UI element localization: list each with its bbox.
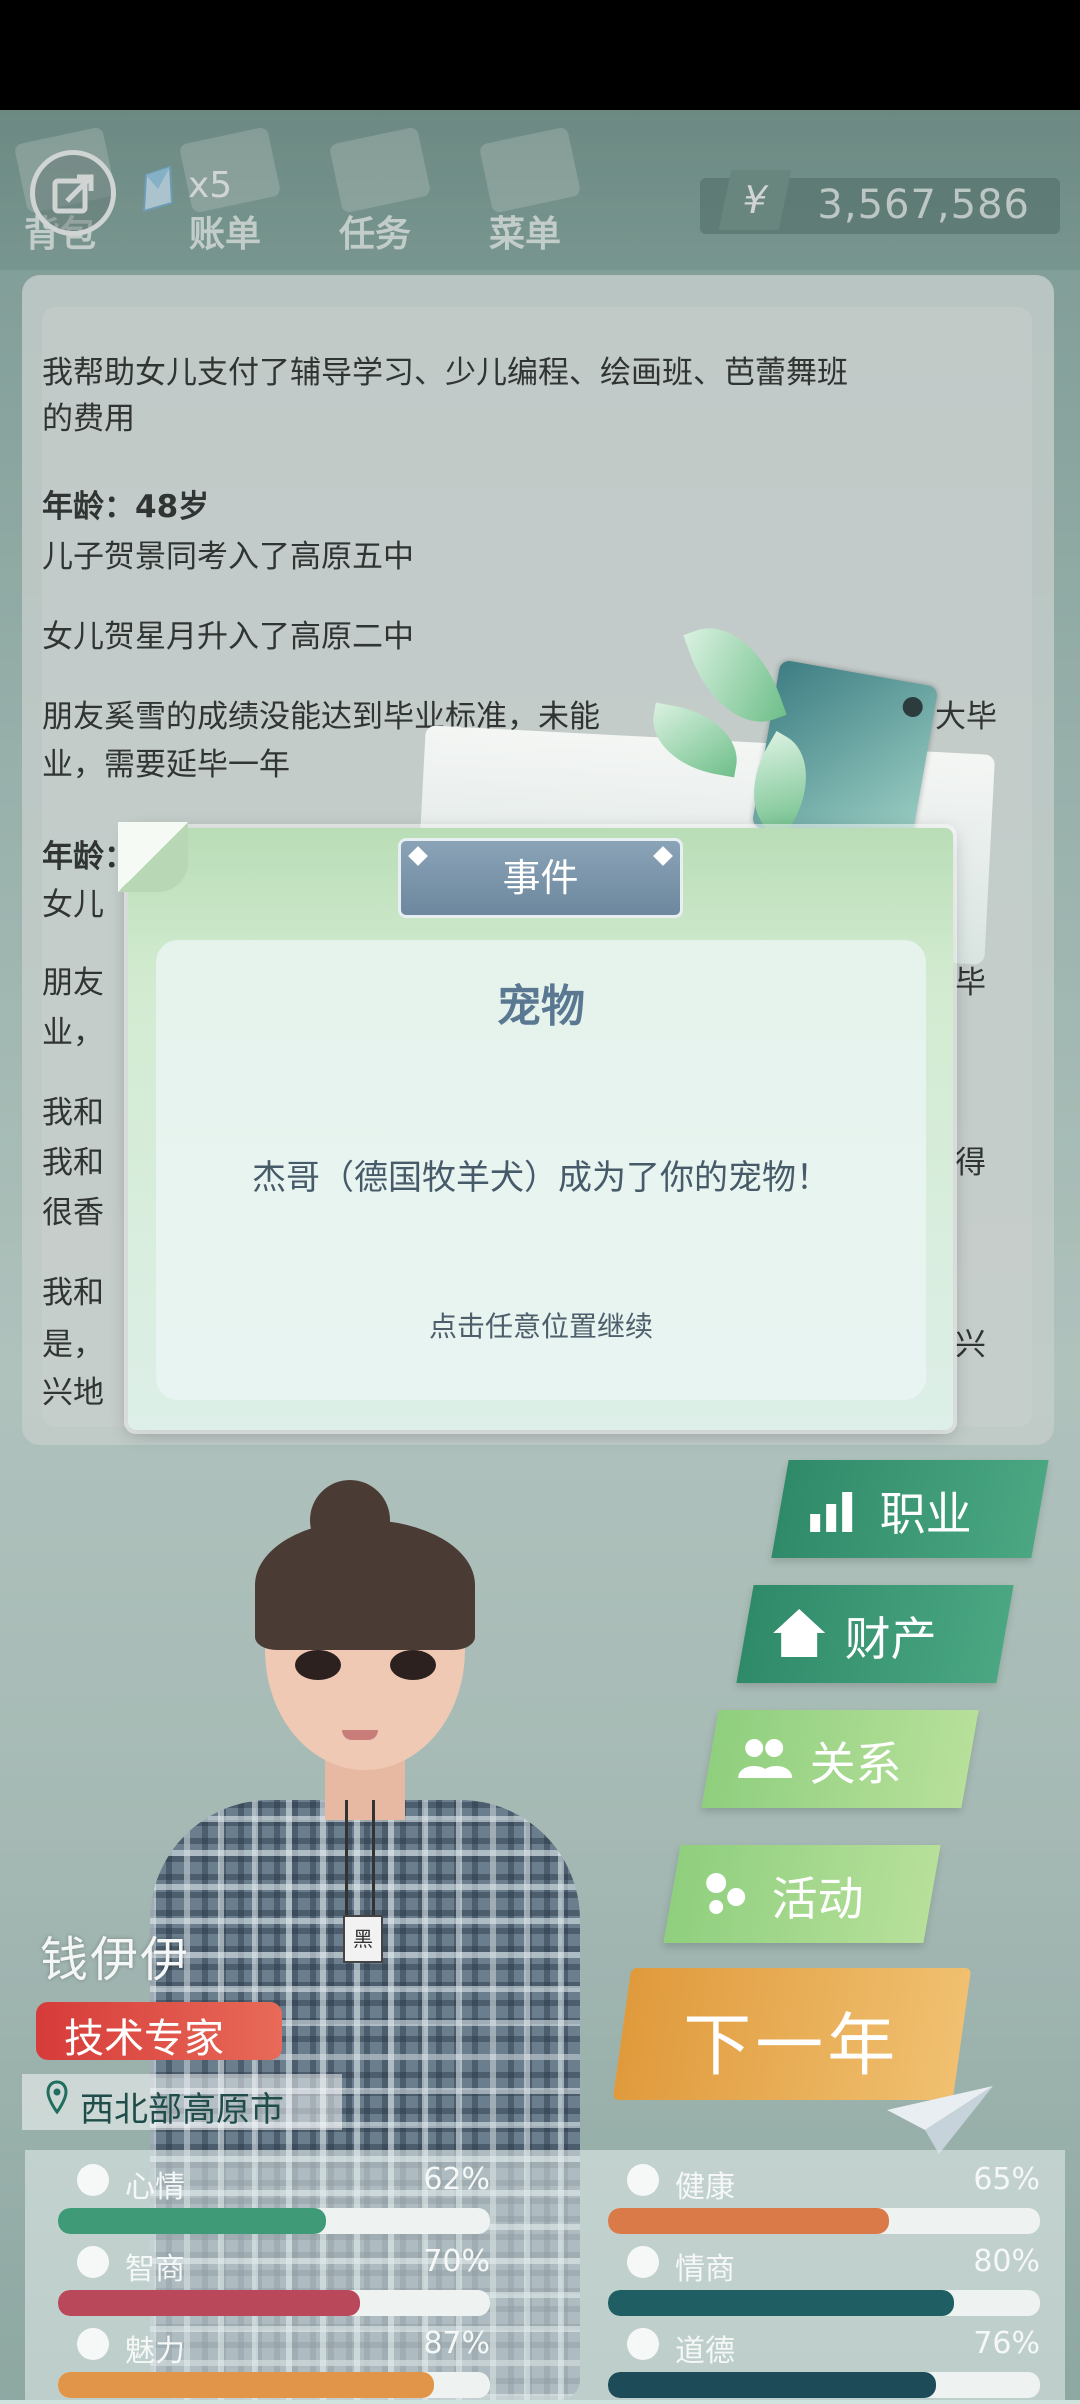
stat-1: 健康 65% xyxy=(575,2160,1070,2240)
stat-bar xyxy=(58,2372,490,2398)
stat-value: 62% xyxy=(423,2162,490,2197)
bubbles-icon xyxy=(706,1873,746,1914)
id-badge: 黑 xyxy=(343,1915,383,1963)
bulb-icon xyxy=(77,2246,109,2278)
stat-label: 智商 xyxy=(125,2252,185,2287)
stat-bar-fill xyxy=(608,2372,937,2398)
stat-bar xyxy=(58,2208,490,2234)
next-year-label: 下一年 xyxy=(683,2007,900,2086)
dialog-message: 杰哥（德国牧羊犬）成为了你的宠物！ xyxy=(252,1158,830,1198)
job-tag: 技术专家 xyxy=(36,2002,282,2062)
event-dialog[interactable]: 事件 宠物 杰哥（德国牧羊犬）成为了你的宠物！ 点击任意位置继续 xyxy=(118,822,953,1430)
stat-value: 76% xyxy=(973,2326,1040,2361)
dialog-body: 宠物 杰哥（德国牧羊犬）成为了你的宠物！ 点击任意位置继续 xyxy=(156,940,926,1400)
stat-5: 道德 76% xyxy=(575,2324,1070,2404)
stat-label: 道德 xyxy=(675,2334,735,2369)
dialog-title: 宠物 xyxy=(497,981,585,1032)
people-icon xyxy=(738,1739,793,1778)
relations-label: 关系 xyxy=(809,1737,902,1791)
page-curl xyxy=(118,822,188,892)
stat-bar-fill xyxy=(58,2290,361,2316)
chart-icon xyxy=(810,1492,853,1532)
continue-hint[interactable]: 点击任意位置继续 xyxy=(156,1305,926,1345)
status-bar xyxy=(0,0,1080,110)
location-text: 西北部高原市 xyxy=(80,2090,284,2130)
hair xyxy=(255,1520,475,1650)
job-title: 技术专家 xyxy=(64,2016,224,2062)
stat-value: 87% xyxy=(423,2326,490,2361)
stat-bar-fill xyxy=(608,2290,954,2316)
property-label: 财产 xyxy=(844,1612,937,1666)
career-button[interactable]: 职业 xyxy=(771,1460,1049,1558)
location-pin-icon xyxy=(46,2080,68,2114)
dialog-tab-label: 事件 xyxy=(502,856,579,900)
stat-bar-fill xyxy=(608,2208,889,2234)
stat-2: 智商 70% xyxy=(25,2242,520,2322)
smile-icon xyxy=(77,2164,109,2196)
lanyard xyxy=(345,1800,375,1918)
apple-icon xyxy=(627,2246,659,2278)
stat-4: 魅力 87% xyxy=(25,2324,520,2404)
stat-bar xyxy=(608,2290,1040,2316)
stat-label: 情商 xyxy=(675,2252,735,2287)
stat-bar xyxy=(58,2290,490,2316)
house-icon xyxy=(773,1609,826,1657)
career-label: 职业 xyxy=(879,1487,972,1541)
stat-value: 80% xyxy=(973,2244,1040,2279)
stat-value: 70% xyxy=(423,2244,490,2279)
diamond-ornament xyxy=(408,846,428,866)
stat-bar xyxy=(608,2372,1040,2398)
activity-label: 活动 xyxy=(771,1872,864,1926)
character-name: 钱伊伊 xyxy=(40,1932,191,1988)
stat-value: 65% xyxy=(973,2162,1040,2197)
stat-3: 情商 80% xyxy=(575,2242,1070,2322)
property-button[interactable]: 财产 xyxy=(736,1585,1014,1683)
relations-button[interactable]: 关系 xyxy=(701,1710,979,1808)
stat-0: 心情 62% xyxy=(25,2160,520,2240)
paper-plane-icon xyxy=(887,2086,993,2154)
dialog-tab: 事件 xyxy=(398,838,683,918)
stat-label: 心情 xyxy=(125,2170,185,2205)
heart-icon xyxy=(627,2164,659,2196)
mouth xyxy=(342,1730,378,1740)
stat-label: 健康 xyxy=(675,2170,735,2205)
sparkle-icon xyxy=(77,2328,109,2360)
eye xyxy=(390,1650,436,1680)
eye xyxy=(295,1650,341,1680)
stat-bar-fill xyxy=(58,2208,326,2234)
activity-button[interactable]: 活动 xyxy=(663,1845,941,1943)
stat-bar xyxy=(608,2208,1040,2234)
scale-icon xyxy=(627,2328,659,2360)
stat-bar-fill xyxy=(58,2372,434,2398)
diamond-ornament xyxy=(653,846,673,866)
stat-label: 魅力 xyxy=(125,2334,185,2369)
